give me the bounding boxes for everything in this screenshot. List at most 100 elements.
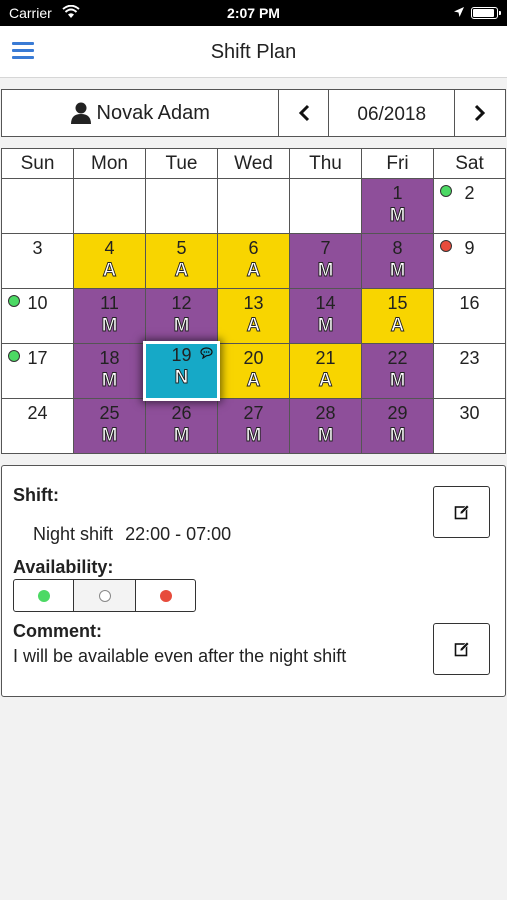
shift-code: A: [174, 260, 189, 282]
available-dot-icon: [8, 350, 20, 362]
calendar-day-cell[interactable]: 14 M: [289, 288, 362, 344]
edit-shift-button[interactable]: [433, 486, 490, 538]
calendar-day-cell[interactable]: 29 M: [361, 398, 434, 454]
day-number: 4: [104, 238, 115, 258]
calendar-day-cell[interactable]: 20 A: [217, 343, 290, 399]
shift-code: M: [317, 425, 334, 447]
location-arrow-icon: [453, 5, 465, 21]
availability-available-option[interactable]: [13, 579, 74, 612]
status-time: 2:07 PM: [227, 5, 280, 21]
day-number: 27: [243, 403, 264, 423]
calendar-day-cell[interactable]: 23: [433, 343, 506, 399]
availability-selector: [13, 579, 196, 612]
calendar-week-row: 17 18 M 19 N 20 A 21 A 22 M 23: [1, 341, 506, 401]
day-number: 11: [100, 293, 119, 313]
shift-code: M: [101, 315, 118, 337]
availability-neutral-option[interactable]: [74, 579, 135, 612]
empty-circle-icon: [98, 589, 111, 602]
day-number: 23: [459, 348, 480, 368]
battery-icon: [471, 7, 501, 19]
shift-code: M: [389, 205, 406, 227]
unavailable-dot-icon: [440, 240, 452, 252]
day-number: 16: [459, 293, 480, 313]
calendar-day-cell[interactable]: 22 M: [361, 343, 434, 399]
calendar-day-cell[interactable]: 10: [1, 288, 74, 344]
comment-label: Comment:: [13, 621, 102, 641]
day-number: 1: [392, 183, 403, 203]
comment-bubble-icon: [200, 347, 213, 359]
weekday-fri: Fri: [361, 148, 434, 179]
page-title: Shift Plan: [210, 41, 297, 63]
calendar-day-cell[interactable]: 15 A: [361, 288, 434, 344]
calendar-day-cell[interactable]: 5A: [145, 233, 218, 289]
day-number: 13: [243, 293, 264, 313]
chevron-left-icon: [298, 104, 309, 122]
comment-text: I will be available even after the night…: [13, 646, 347, 666]
calendar-day-cell[interactable]: 24: [1, 398, 74, 454]
calendar-day-cell[interactable]: 26 M: [145, 398, 218, 454]
calendar-day-cell[interactable]: 12 M: [145, 288, 218, 344]
next-month-button[interactable]: [455, 90, 505, 136]
edit-icon: [454, 641, 469, 657]
calendar-day-cell[interactable]: 4A: [73, 233, 146, 289]
available-dot-icon: [8, 295, 20, 307]
day-number: 3: [32, 238, 43, 258]
shift-code: M: [173, 425, 190, 447]
calendar-day-cell[interactable]: 19 N: [143, 341, 220, 401]
shift-code: A: [246, 315, 261, 337]
availability-label: Availability:: [13, 557, 114, 577]
shift-label: Shift:: [13, 485, 59, 505]
previous-month-button[interactable]: [279, 90, 330, 136]
calendar-day-cell[interactable]: 13 A: [217, 288, 290, 344]
calendar-day-cell[interactable]: 27 M: [217, 398, 290, 454]
calendar-week-row: 10 11 M 12 M 13 A 14 M 15 A 16: [1, 288, 506, 344]
day-number: 6: [248, 238, 259, 258]
selected-day-highlight: 19 N: [143, 341, 220, 401]
calendar-day-cell[interactable]: 25 M: [73, 398, 146, 454]
shift-code: M: [317, 260, 334, 282]
calendar-day-cell[interactable]: 28 M: [289, 398, 362, 454]
shift-code: M: [101, 425, 118, 447]
calendar-day-cell[interactable]: 11 M: [73, 288, 146, 344]
day-number: 5: [176, 238, 187, 258]
availability-unavailable-option[interactable]: [135, 579, 196, 612]
chevron-right-icon: [475, 104, 486, 122]
calendar-day-cell[interactable]: 21 A: [289, 343, 362, 399]
day-number: 25: [99, 403, 120, 423]
calendar-day-cell[interactable]: 17: [1, 343, 74, 399]
day-number: 20: [243, 348, 264, 368]
calendar-day-cell[interactable]: 2: [433, 178, 506, 234]
calendar-day-cell[interactable]: 18 M: [73, 343, 146, 399]
weekday-wed: Wed: [217, 148, 290, 179]
red-dot-icon: [159, 589, 172, 602]
calendar-header: Novak Adam 06/2018: [1, 89, 506, 137]
calendar-empty-cell: [217, 178, 290, 234]
calendar-day-cell[interactable]: 16: [433, 288, 506, 344]
shift-code: A: [102, 260, 117, 282]
shift-code: M: [317, 315, 334, 337]
calendar-day-cell[interactable]: 6A: [217, 233, 290, 289]
calendar-day-cell[interactable]: 1M: [361, 178, 434, 234]
edit-comment-button[interactable]: [433, 623, 490, 675]
shift-code: A: [246, 370, 261, 392]
nav-bar: Shift Plan: [0, 26, 507, 78]
user-selector[interactable]: Novak Adam: [2, 90, 280, 136]
calendar-day-cell[interactable]: 8M: [361, 233, 434, 289]
weekday-tue: Tue: [145, 148, 218, 179]
calendar-empty-cell: [145, 178, 218, 234]
available-dot-icon: [440, 185, 452, 197]
shift-code: M: [245, 425, 262, 447]
green-dot-icon: [37, 589, 50, 602]
calendar-empty-cell: [73, 178, 146, 234]
calendar-empty-cell: [1, 178, 74, 234]
calendar-empty-cell: [289, 178, 362, 234]
weekday-sun: Sun: [1, 148, 74, 179]
calendar-day-cell[interactable]: 3: [1, 233, 74, 289]
shift-code: A: [246, 260, 261, 282]
calendar-day-cell[interactable]: 7M: [289, 233, 362, 289]
day-number: 26: [171, 403, 192, 423]
month-label: 06/2018: [329, 90, 456, 136]
calendar-day-cell[interactable]: 30: [433, 398, 506, 454]
calendar-day-cell[interactable]: 9: [433, 233, 506, 289]
shift-code: M: [389, 425, 406, 447]
